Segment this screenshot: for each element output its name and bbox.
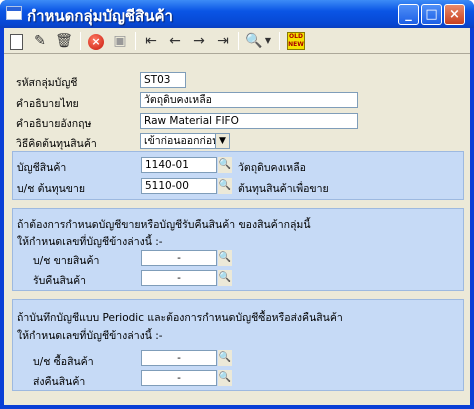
next-record-icon[interactable]: → <box>189 31 209 51</box>
sales-account-label: บ/ช ขายสินค้า <box>33 255 100 267</box>
toolbar-separator <box>279 32 280 50</box>
new-document-icon[interactable] <box>6 31 26 51</box>
sales-accounts-panel: ถ้าต้องการกำหนดบัญชีขายหรือบัญชีรับคืนสิ… <box>12 208 464 291</box>
cogs-search-icon[interactable]: 🔍 <box>218 178 232 194</box>
trash-icon[interactable]: 🗑 <box>54 31 74 51</box>
cogs-account-label: บ/ช ต้นทุนขาย <box>17 183 85 195</box>
window: กำหนดกลุ่มบัญชีสินค้า _ □ × ✎ 🗑 × ▣ ⇤ ← … <box>0 0 474 409</box>
oldnew-icon[interactable]: OLD NEW <box>287 32 305 50</box>
save-icon[interactable]: ▣ <box>110 31 130 51</box>
inventory-account-label: บัญชีสินค้า <box>17 162 67 174</box>
toolbar: ✎ 🗑 × ▣ ⇤ ← → ⇥ 🔍 ▼ OLD NEW <box>4 28 470 54</box>
sales-search-icon[interactable]: 🔍 <box>218 250 232 266</box>
cogs-account-field[interactable]: 5110-00 <box>141 178 217 194</box>
cost-method-label: วิธีคิดต้นทุนสินค้า <box>16 138 97 150</box>
close-button[interactable]: × <box>444 4 465 25</box>
cost-method-select[interactable]: เข้าก่อนออกก่อน <box>140 133 217 149</box>
desc-thai-field[interactable]: วัตถุดิบคงเหลือ <box>140 92 358 108</box>
chevron-down-icon[interactable]: ▼ <box>215 133 230 149</box>
minimize-button[interactable]: _ <box>398 4 419 25</box>
prev-record-icon[interactable]: ← <box>165 31 185 51</box>
return-account-field[interactable]: - <box>141 270 217 286</box>
group-code-label: รหัสกลุ่มบัญชี <box>16 77 78 89</box>
purchase-account-label: บ/ช ซื้อสินค้า <box>33 356 94 368</box>
desc-thai-label: คำอธิบายไทย <box>16 98 79 110</box>
window-icon <box>6 6 22 20</box>
toolbar-separator <box>238 32 239 50</box>
last-record-icon[interactable]: ⇥ <box>213 31 233 51</box>
inventory-account-desc: วัตถุดิบคงเหลือ <box>238 162 306 174</box>
inventory-search-icon[interactable]: 🔍 <box>218 157 232 173</box>
group-code-field[interactable]: ST03 <box>140 72 186 88</box>
form-client-area: ✎ 🗑 × ▣ ⇤ ← → ⇥ 🔍 ▼ OLD NEW รหัสกลุ่มบัญ… <box>4 28 470 405</box>
purchase-return-label: ส่งคืนสินค้า <box>33 376 86 388</box>
purchase-return-search-icon[interactable]: 🔍 <box>218 370 232 386</box>
edit-icon[interactable]: ✎ <box>30 31 50 51</box>
title-bar[interactable]: กำหนดกลุ่มบัญชีสินค้า _ □ × <box>0 0 474 28</box>
toolbar-separator <box>80 32 81 50</box>
cogs-account-desc: ต้นทุนสินค้าเพื่อขาย <box>238 183 329 195</box>
purchase-account-field[interactable]: - <box>141 350 217 366</box>
window-title: กำหนดกลุ่มบัญชีสินค้า <box>27 7 173 25</box>
maximize-button[interactable]: □ <box>421 4 442 25</box>
desc-eng-field[interactable]: Raw Material FIFO <box>140 113 358 129</box>
inventory-account-field[interactable]: 1140-01 <box>141 157 217 173</box>
dropdown-icon[interactable]: ▼ <box>262 31 274 51</box>
desc-eng-label: คำอธิบายอังกฤษ <box>16 118 92 130</box>
search-icon[interactable]: 🔍 <box>244 31 264 51</box>
sales-instruction-line1: ถ้าต้องการกำหนดบัญชีขายหรือบัญชีรับคืนสิ… <box>17 219 311 231</box>
purchase-search-icon[interactable]: 🔍 <box>218 350 232 366</box>
return-account-label: รับคืนสินค้า <box>33 275 87 287</box>
purchase-accounts-panel: ถ้าบันทึกบัญชีแบบ Periodic และต้องการกำห… <box>12 299 464 391</box>
purchase-instruction-line1: ถ้าบันทึกบัญชีแบบ Periodic และต้องการกำห… <box>17 312 343 324</box>
accounts-panel: บัญชีสินค้า 1140-01 🔍 วัตถุดิบคงเหลือ บ/… <box>12 151 464 200</box>
sales-instruction-line2: ให้กำหนดเลขที่บัญชีข้างล่างนี้ :- <box>17 236 163 248</box>
toolbar-separator <box>135 32 136 50</box>
purchase-return-field[interactable]: - <box>141 370 217 386</box>
return-search-icon[interactable]: 🔍 <box>218 270 232 286</box>
sales-account-field[interactable]: - <box>141 250 217 266</box>
first-record-icon[interactable]: ⇤ <box>141 31 161 51</box>
delete-icon[interactable]: × <box>86 31 106 51</box>
purchase-instruction-line2: ให้กำหนดเลขที่บัญชีข้างล่างนี้ :- <box>17 330 163 342</box>
